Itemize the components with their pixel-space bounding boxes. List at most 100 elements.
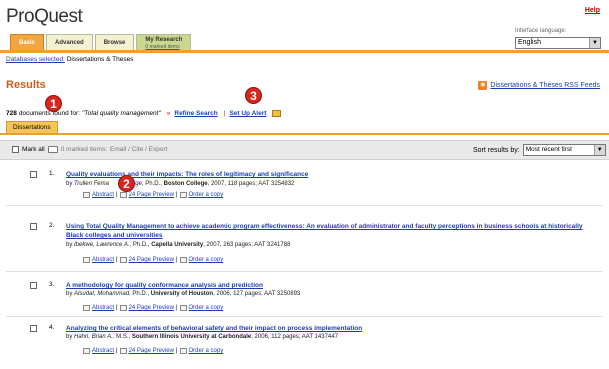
- order-copy-icon: [179, 348, 187, 354]
- result-degree: , Ph.D.,: [129, 291, 150, 297]
- by-label: by: [66, 181, 73, 187]
- language-value: English: [518, 39, 541, 46]
- abstract-link[interactable]: Abstract: [92, 348, 114, 354]
- result-degree: , M.S.,: [112, 334, 131, 340]
- result-details: , 2007, 263 pages; AAT 3241788: [203, 242, 291, 248]
- result-title-link[interactable]: Analyzing the critical elements of behav…: [66, 324, 586, 333]
- result-meta: by Trullen FemaJorge, Ph.D., Boston Coll…: [66, 181, 294, 187]
- result-divider: [6, 205, 603, 206]
- chevron-down-icon: ▼: [593, 145, 605, 155]
- abstract-icon: [83, 257, 90, 263]
- callout-marker-1: 1: [45, 95, 62, 112]
- page-preview-link[interactable]: 24 Page Preview: [129, 257, 174, 263]
- results-count: 728: [6, 110, 17, 117]
- page-preview-icon: [119, 305, 127, 311]
- order-copy-link[interactable]: Order a copy: [189, 192, 224, 198]
- abstract-icon: [83, 348, 90, 354]
- tab-divider: [0, 50, 609, 53]
- separator: |: [223, 110, 226, 117]
- result-checkbox[interactable]: [30, 282, 37, 289]
- result-divider: [6, 316, 603, 317]
- result-degree: , Ph.D.,: [129, 242, 150, 248]
- result-number: 3.: [49, 281, 55, 288]
- by-label: by: [66, 334, 73, 340]
- result-links: Abstract | 24 Page Preview | Order a cop…: [83, 257, 223, 263]
- search-query: "Total quality management": [81, 110, 161, 117]
- tab-advanced[interactable]: Advanced: [46, 34, 93, 50]
- tab-dissertations[interactable]: Dissertations: [6, 121, 58, 133]
- callout-marker-3: 3: [245, 87, 262, 104]
- sort-group: Sort results by: Most recent first ▼: [473, 144, 606, 156]
- result-author: Alsudat, Mohammad: [74, 291, 130, 297]
- abstract-icon: [83, 192, 90, 198]
- sort-select[interactable]: Most recent first ▼: [522, 144, 606, 156]
- result-details: , 2006, 112 pages; AAT 1437447: [251, 334, 338, 340]
- result-author: Ibekwe, Lawrence A.: [74, 242, 130, 248]
- result-title-link[interactable]: Using Total Quality Management to achiev…: [66, 222, 586, 240]
- marked-items-count: 0 marked items:: [60, 146, 108, 153]
- page-preview-icon: [119, 257, 127, 263]
- result-number: 4.: [49, 324, 55, 331]
- result-checkbox[interactable]: [30, 223, 37, 230]
- result-school: Southern Illinois University at Carbonda…: [131, 334, 252, 340]
- mark-all-checkbox[interactable]: [12, 146, 19, 153]
- page-preview-icon: [119, 348, 127, 354]
- language-select[interactable]: English ▼: [515, 37, 601, 49]
- tab-my-research-label: My Research: [145, 37, 183, 43]
- result-title-link[interactable]: A methodology for quality conformance an…: [66, 281, 586, 290]
- databases-selected-link[interactable]: Databases selected:: [6, 56, 65, 63]
- order-copy-icon: [179, 192, 187, 198]
- folder-icon: [47, 146, 58, 153]
- result-number: 1.: [49, 170, 55, 177]
- abstract-link[interactable]: Abstract: [92, 192, 114, 198]
- marked-actions: Email / Cite / Export: [110, 146, 168, 153]
- order-copy-link[interactable]: Order a copy: [189, 348, 224, 354]
- mark-all-group: Mark all 0 marked items: Email / Cite / …: [12, 146, 167, 153]
- refine-arrow-icon: »: [166, 110, 171, 117]
- help-link[interactable]: Help: [585, 7, 600, 14]
- result-links: Abstract | 24 Page Preview | Order a cop…: [83, 192, 223, 198]
- language-label: Interface language:: [515, 28, 567, 34]
- result-meta: by Hahn, Brian A., M.S., Southern Illino…: [66, 334, 338, 340]
- mark-all-label: Mark all: [22, 146, 45, 153]
- tab-my-research[interactable]: My Research 0 marked items: [136, 34, 192, 50]
- dissertations-divider: [0, 133, 609, 135]
- refine-search-link[interactable]: Refine Search: [174, 110, 217, 117]
- rss-feeds[interactable]: ◉ Dissertations & Theses RSS Feeds: [478, 81, 600, 90]
- result-meta: by Alsudat, Mohammad, Ph.D., University …: [66, 291, 300, 297]
- abstract-link[interactable]: Abstract: [92, 305, 114, 311]
- rss-feeds-link[interactable]: Dissertations & Theses RSS Feeds: [490, 82, 600, 89]
- result-links: Abstract | 24 Page Preview | Order a cop…: [83, 348, 223, 354]
- order-copy-icon: [179, 257, 187, 263]
- set-up-alert-link[interactable]: Set Up Alert: [229, 110, 266, 117]
- result-title-link[interactable]: Quality evaluations and their impacts: T…: [66, 170, 586, 179]
- result-number: 2.: [49, 222, 55, 229]
- by-label: by: [66, 242, 73, 248]
- result-checkbox[interactable]: [30, 325, 37, 332]
- rss-icon: ◉: [478, 81, 488, 90]
- result-checkbox[interactable]: [30, 171, 37, 178]
- proquest-logo: ProQuest: [6, 6, 83, 27]
- by-label: by: [66, 291, 73, 297]
- tab-basic[interactable]: Basic: [10, 34, 45, 50]
- result-details: , 2007, 118 pages; AAT 3254832: [207, 181, 295, 187]
- result-divider: [6, 271, 603, 272]
- search-tabs: Basic Advanced Browse My Research 0 mark…: [10, 34, 192, 50]
- sort-value: Most recent first: [525, 146, 572, 153]
- result-author: Hahn, Brian A.: [74, 334, 113, 340]
- page-preview-link[interactable]: 24 Page Preview: [129, 305, 174, 311]
- results-heading: Results: [6, 79, 46, 91]
- page-preview-link[interactable]: 24 Page Preview: [129, 348, 174, 354]
- chevron-down-icon: ▼: [589, 38, 600, 48]
- abstract-link[interactable]: Abstract: [92, 257, 114, 263]
- result-meta: by Ibekwe, Lawrence A., Ph.D., Capella U…: [66, 242, 290, 248]
- callout-marker-2: 2: [118, 175, 135, 192]
- abstract-icon: [83, 305, 90, 311]
- tab-browse[interactable]: Browse: [94, 34, 135, 50]
- order-copy-link[interactable]: Order a copy: [189, 257, 224, 263]
- results-summary: 728 documents found for: "Total quality …: [6, 110, 282, 117]
- order-copy-icon: [179, 305, 187, 311]
- page-preview-link[interactable]: 24 Page Preview: [129, 192, 174, 198]
- sort-label: Sort results by:: [473, 146, 520, 154]
- order-copy-link[interactable]: Order a copy: [189, 305, 224, 311]
